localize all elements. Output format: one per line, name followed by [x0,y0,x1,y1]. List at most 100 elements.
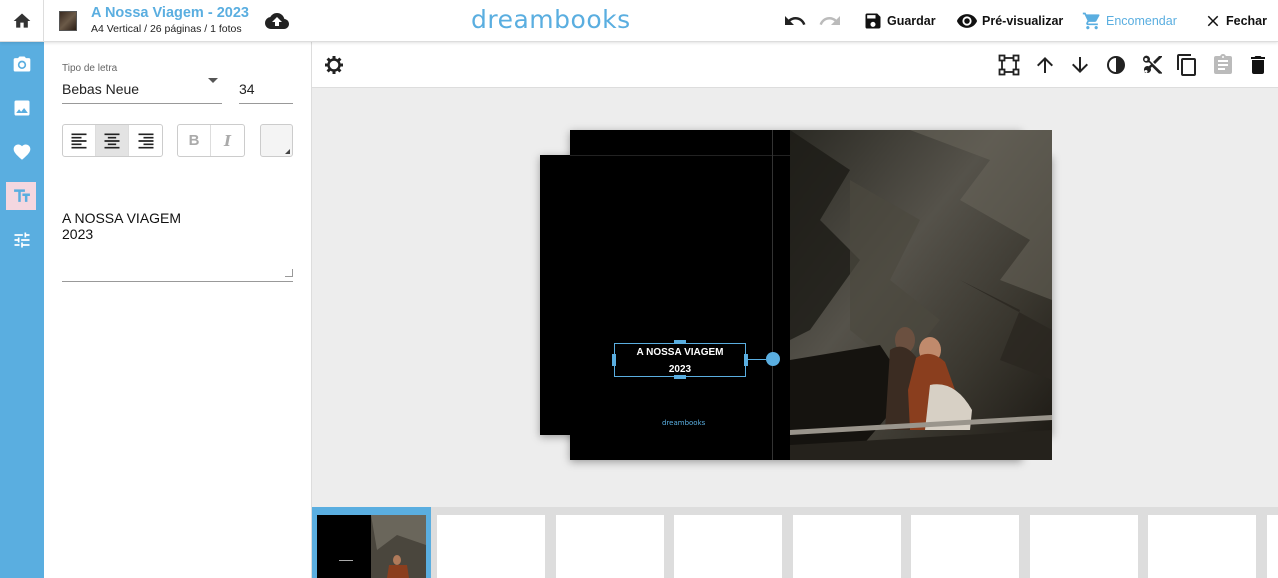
thumbnail-page-1[interactable] [437,515,545,578]
copy-button[interactable] [1175,53,1199,77]
save-label: Guardar [887,14,936,28]
close-icon [1207,15,1219,27]
thumbnail-cover-preview [317,515,426,578]
canvas-toolbar [312,42,1278,88]
undo-icon [785,16,806,25]
image-icon [14,100,30,116]
project-thumbnail [59,11,77,31]
resize-handle-bottom[interactable] [674,375,686,379]
sidebar-item-backgrounds[interactable] [0,86,44,130]
resize-handle-right[interactable] [744,354,748,366]
font-family-select[interactable]: Bebas Neue [62,78,222,104]
font-family-value: Bebas Neue [62,81,140,97]
close-button[interactable]: Fechar [1204,0,1267,42]
clipboard-icon [1214,54,1232,74]
cart-icon [1082,12,1100,30]
gear-icon [325,56,343,74]
align-right-icon [138,133,153,148]
copy-icon [1177,54,1196,76]
thumbnail-page-7[interactable] [1148,515,1256,578]
resize-handle-top[interactable] [674,340,686,344]
italic-icon: I [223,131,232,150]
resize-grip-icon[interactable] [285,269,293,277]
sidebar-item-text[interactable] [0,174,44,218]
dropdown-corner-icon [285,149,290,154]
bleed-guide [570,155,790,156]
italic-button[interactable]: I [211,125,244,156]
cut-button[interactable] [1140,53,1164,77]
chevron-down-icon [208,78,218,83]
paste-button[interactable] [1211,53,1235,77]
scissors-icon [1142,55,1162,74]
crop-frame-icon [998,54,1020,76]
arrow-down-icon [1072,57,1088,73]
font-size-input[interactable]: 34 [239,78,293,104]
cover-photo[interactable] [790,130,1052,460]
sidebar-item-stickers[interactable] [0,130,44,174]
rotate-handle[interactable] [766,352,780,366]
text-content-input[interactable]: A NOSSA VIAGEM 2023 [62,194,293,282]
align-right-button[interactable] [129,125,162,156]
resize-handle-left[interactable] [612,354,616,366]
page-thumbnails [312,507,1278,578]
bold-icon: B [188,132,200,149]
close-label: Fechar [1226,14,1267,28]
cover-brand-mark: dreambooks [662,419,706,427]
bring-forward-button[interactable] [1033,53,1057,77]
send-backward-button[interactable] [1068,53,1092,77]
text-icon [14,189,30,202]
align-center-button[interactable] [96,125,129,156]
home-icon [13,13,30,28]
thumbnail-page-5[interactable] [911,515,1019,578]
sidebar-item-photos[interactable] [0,42,44,86]
thumbnail-cover-image [317,515,426,578]
camera-icon [13,56,31,72]
settings-button[interactable] [322,53,346,77]
cliff-photo-image [790,130,1052,460]
thumbnail-page-3[interactable] [674,515,782,578]
undo-button[interactable] [783,9,807,33]
contrast-icon [1107,56,1125,74]
dreambooks-logo: dreambooks [471,5,631,34]
cloud-upload-icon [265,12,289,29]
cover-title-line1: A NOSSA VIAGEM [636,347,724,358]
text-content-value: A NOSSA VIAGEM 2023 [62,210,182,242]
rotate-connector [746,359,766,360]
align-left-icon [71,133,87,148]
arrow-up-icon [1037,57,1053,73]
redo-icon [819,16,840,25]
cover-title-textbox[interactable]: A NOSSA VIAGEM 2023 [614,343,746,377]
save-icon [865,13,881,29]
save-button[interactable]: Guardar [863,0,936,42]
heart-icon [13,144,31,160]
font-label: Tipo de letra [62,63,118,74]
text-color-picker[interactable] [260,124,293,157]
project-subtitle: A4 Vertical / 26 páginas / 1 fotos [91,23,242,35]
left-rail [0,42,44,578]
home-button[interactable] [0,0,44,42]
order-label: Encomendar [1106,14,1177,28]
delete-button[interactable] [1246,53,1270,77]
bold-button[interactable]: B [178,125,211,156]
text-settings-panel: Tipo de letra Bebas Neue 34 B I A NOSSA … [44,42,312,578]
style-group: B I [177,124,245,157]
order-button[interactable]: Encomendar [1082,0,1177,42]
redo-button[interactable] [818,9,842,33]
thumbnail-page-4[interactable] [793,515,901,578]
fit-frame-button[interactable] [997,53,1021,77]
sidebar-item-adjustments[interactable] [0,218,44,262]
align-center-icon [104,133,120,148]
contrast-button[interactable] [1104,53,1128,77]
thumbnail-cover[interactable] [312,507,431,578]
sliders-icon [14,232,30,248]
eye-icon [956,14,978,28]
canvas-area: A NOSSA VIAGEM 2023 dreambooks [312,88,1278,507]
trash-icon [1251,56,1265,74]
align-left-button[interactable] [63,125,96,156]
thumbnail-page-8[interactable] [1267,515,1278,578]
cloud-upload-button[interactable] [265,9,289,33]
project-title[interactable]: A Nossa Viagem - 2023 [91,5,249,21]
preview-button[interactable]: Pré-visualizar [956,0,1063,42]
thumbnail-page-6[interactable] [1030,515,1138,578]
thumbnail-page-2[interactable] [556,515,664,578]
